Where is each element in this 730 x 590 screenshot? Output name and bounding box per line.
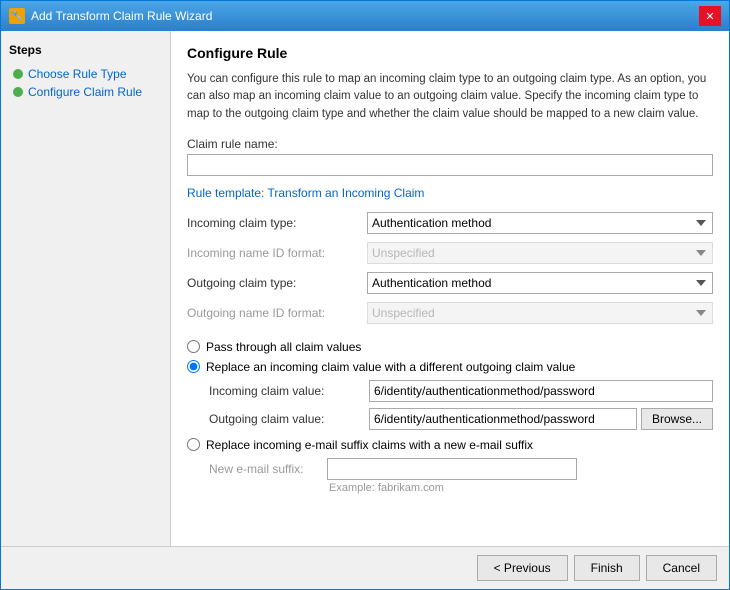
claim-rule-name-input[interactable] xyxy=(187,154,713,176)
outgoing-claim-type-control: Authentication method xyxy=(367,272,713,294)
footer: < Previous Finish Cancel xyxy=(1,546,729,589)
radio-pass-through-input[interactable] xyxy=(187,340,200,353)
incoming-claim-value-row: Incoming claim value: xyxy=(209,380,713,402)
sidebar-item-choose-rule-type[interactable]: Choose Rule Type xyxy=(9,65,162,83)
example-text: Example: fabrikam.com xyxy=(329,482,713,494)
outgoing-name-id-select[interactable]: Unspecified xyxy=(367,302,713,324)
radio-replace-email-input[interactable] xyxy=(187,438,200,451)
radio-replace-value-label: Replace an incoming claim value with a d… xyxy=(206,360,575,374)
sidebar-heading: Steps xyxy=(9,43,162,57)
incoming-claim-type-row: Incoming claim type: Authentication meth… xyxy=(187,212,713,234)
step-indicator-2 xyxy=(13,87,23,97)
incoming-claim-type-control: Authentication method xyxy=(367,212,713,234)
outgoing-claim-type-label: Outgoing claim type: xyxy=(187,276,367,290)
outgoing-claim-value-label: Outgoing claim value: xyxy=(209,412,369,426)
window-icon: 🔧 xyxy=(9,8,25,24)
outgoing-claim-value-row: Outgoing claim value: Browse... xyxy=(209,408,713,430)
page-title: Configure Rule xyxy=(187,45,713,61)
incoming-claim-type-label: Incoming claim type: xyxy=(187,216,367,230)
outgoing-name-id-label: Outgoing name ID format: xyxy=(187,306,367,320)
description-text: You can configure this rule to map an in… xyxy=(187,71,713,123)
new-email-suffix-input[interactable] xyxy=(327,458,577,480)
close-button[interactable]: ✕ xyxy=(699,6,721,26)
outgoing-claim-value-control: Browse... xyxy=(369,408,713,430)
outgoing-name-id-row: Outgoing name ID format: Unspecified xyxy=(187,302,713,324)
incoming-name-id-control: Unspecified xyxy=(367,242,713,264)
sidebar-label-configure-claim-rule: Configure Claim Rule xyxy=(28,85,142,99)
email-suffix-fields: New e-mail suffix: Example: fabrikam.com xyxy=(209,458,713,494)
claim-rule-name-group: Claim rule name: xyxy=(187,137,713,176)
window-title: Add Transform Claim Rule Wizard xyxy=(31,9,212,23)
incoming-name-id-label: Incoming name ID format: xyxy=(187,246,367,260)
outgoing-name-id-control: Unspecified xyxy=(367,302,713,324)
incoming-claim-value-input[interactable] xyxy=(369,380,713,402)
cancel-button[interactable]: Cancel xyxy=(646,555,717,581)
browse-button[interactable]: Browse... xyxy=(641,408,713,430)
radio-pass-through-label: Pass through all claim values xyxy=(206,340,361,354)
new-email-suffix-label: New e-mail suffix: xyxy=(209,462,327,476)
incoming-claim-value-label: Incoming claim value: xyxy=(209,384,369,398)
outgoing-claim-type-row: Outgoing claim type: Authentication meth… xyxy=(187,272,713,294)
rule-template-text: Rule template: Transform an Incoming Cla… xyxy=(187,186,713,200)
radio-pass-through: Pass through all claim values xyxy=(187,340,713,354)
previous-button[interactable]: < Previous xyxy=(477,555,568,581)
main-content: Configure Rule You can configure this ru… xyxy=(171,31,729,546)
radio-replace-value: Replace an incoming claim value with a d… xyxy=(187,360,713,374)
step-indicator-1 xyxy=(13,69,23,79)
sidebar: Steps Choose Rule Type Configure Claim R… xyxy=(1,31,171,546)
replace-value-fields: Incoming claim value: Outgoing claim val… xyxy=(209,380,713,430)
radio-replace-value-input[interactable] xyxy=(187,360,200,373)
title-bar-left: 🔧 Add Transform Claim Rule Wizard xyxy=(9,8,212,24)
outgoing-claim-type-select[interactable]: Authentication method xyxy=(367,272,713,294)
outgoing-claim-value-input[interactable] xyxy=(369,408,637,430)
window-body: Steps Choose Rule Type Configure Claim R… xyxy=(1,31,729,546)
incoming-name-id-row: Incoming name ID format: Unspecified xyxy=(187,242,713,264)
claim-rule-name-label: Claim rule name: xyxy=(187,137,713,151)
main-window: 🔧 Add Transform Claim Rule Wizard ✕ Step… xyxy=(0,0,730,590)
finish-button[interactable]: Finish xyxy=(574,555,640,581)
new-email-suffix-row: New e-mail suffix: xyxy=(209,458,713,480)
radio-replace-email: Replace incoming e-mail suffix claims wi… xyxy=(187,438,713,452)
sidebar-label-choose-rule-type: Choose Rule Type xyxy=(28,67,127,81)
title-bar: 🔧 Add Transform Claim Rule Wizard ✕ xyxy=(1,1,729,31)
incoming-claim-value-control xyxy=(369,380,713,402)
sidebar-item-configure-claim-rule[interactable]: Configure Claim Rule xyxy=(9,83,162,101)
radio-replace-email-label: Replace incoming e-mail suffix claims wi… xyxy=(206,438,533,452)
incoming-claim-type-select[interactable]: Authentication method xyxy=(367,212,713,234)
new-email-suffix-control xyxy=(327,458,713,480)
incoming-name-id-select[interactable]: Unspecified xyxy=(367,242,713,264)
